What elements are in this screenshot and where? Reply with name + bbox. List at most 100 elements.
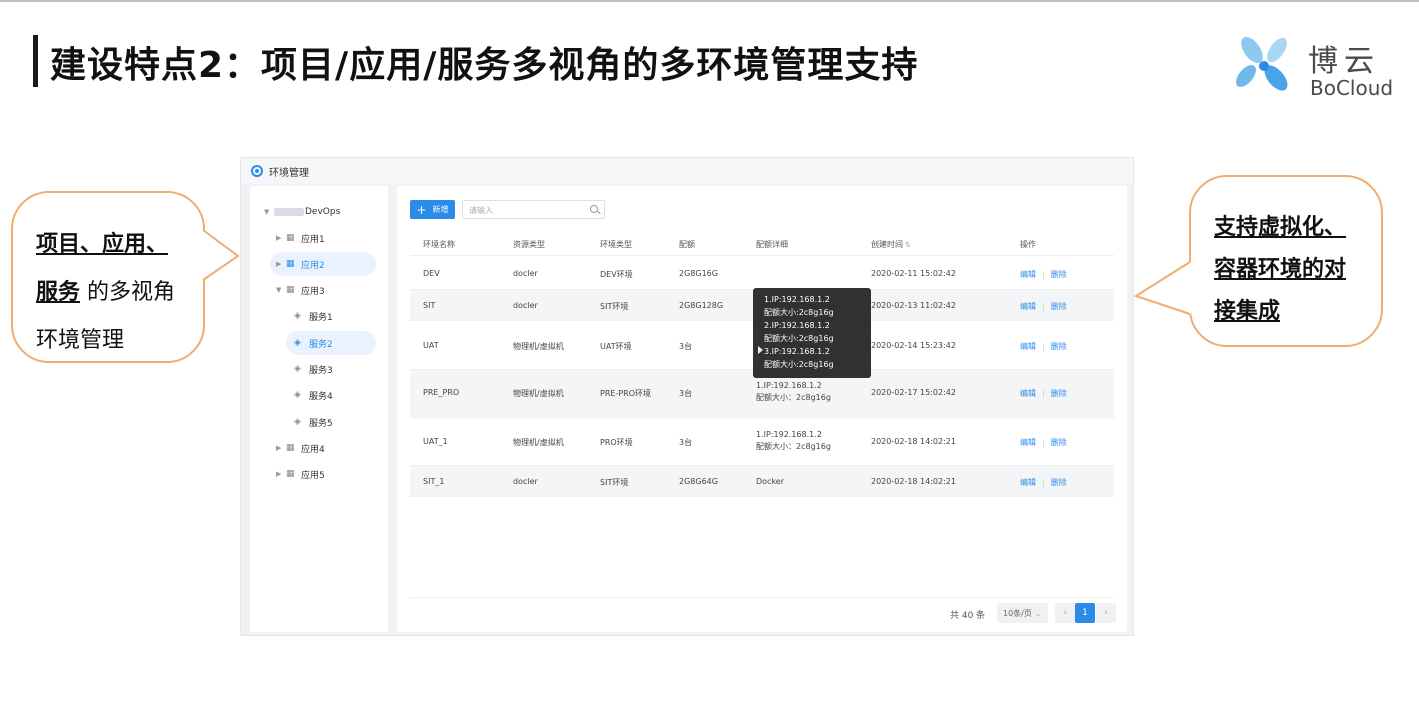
cell-resource: 物理机/虚拟机 [513,389,564,398]
edit-link[interactable]: 编辑 [1020,389,1036,398]
tooltip-line: 2.IP:192.168.1.2 [764,321,830,330]
redacted-text [274,208,304,216]
caret-right-icon[interactable]: ▶ [276,260,286,268]
caret-down-icon[interactable]: ▼ [264,208,274,216]
caret-right-icon[interactable]: ▶ [276,444,286,452]
tree-item-label: 服务1 [309,312,333,323]
tree-item-app3[interactable]: ▼ ▦ 应用3 [276,278,376,302]
col-header-created[interactable]: 创建时间 ⇅ [871,239,911,250]
edit-link[interactable]: 编辑 [1020,438,1036,447]
edit-link[interactable]: 编辑 [1020,270,1036,279]
tree-item-app1[interactable]: ▶ ▦ 应用1 [276,226,376,250]
chevron-down-icon: ⌄ [1034,609,1042,618]
row-actions: 编辑 | 删除 [1020,477,1067,488]
search-icon[interactable] [590,205,598,213]
row-actions: 编辑 | 删除 [1020,269,1067,280]
tooltip-line: 3.IP:192.168.1.2 [764,347,830,356]
caret-right-icon[interactable]: ▶ [276,470,286,478]
quota-detail-tooltip: 1.IP:192.168.1.2 配额大小:2c8g16g 2.IP:192.1… [753,288,871,378]
tree-item-label: 服务5 [309,418,333,429]
search-placeholder: 请输入 [469,206,493,215]
app-screenshot: 环境管理 ▼ DevOps ▶ ▦ 应用1 ▶ ▦ 应用2 ▼ ▦ 应用3 ◈ 服务1 ◈ 服务… [240,157,1134,636]
col-header-created-label: 创建时间 [871,240,903,249]
cell-resource: docler [513,301,538,310]
callout-left-line2-bold: 服务 [36,280,81,305]
cell-quota: 3台 [679,438,693,447]
delete-link[interactable]: 删除 [1051,270,1067,279]
callout-right-line2: 容器环境的对 [1214,257,1347,282]
callout-left-line1: 项目、应用、 [36,232,169,257]
cell-env-type: PRO环境 [600,438,633,447]
row-actions: 编辑 | 删除 [1020,341,1067,352]
callout-left: 项目、应用、 服务 的多视角 环境管理 [11,191,205,363]
tree-item-label: 应用4 [301,444,325,455]
cell-quota: 2G8G128G [679,301,724,310]
title-accent-bar [33,35,38,87]
add-button[interactable]: + 新增 [410,200,455,219]
detail-line: 1.IP:192.168.1.2 [756,381,822,390]
tree-root[interactable]: ▼ DevOps [264,200,340,224]
detail-line: 1.IP:192.168.1.2 [756,430,822,439]
cell-name: SIT [423,301,436,310]
cell-created: 2020-02-14 15:23:42 [871,341,956,350]
tree-item-service4[interactable]: ◈ 服务4 [294,383,374,407]
separator: | [1042,342,1045,351]
callout-right-line1: 支持虚拟化、 [1214,215,1347,240]
cell-env-type: UAT环境 [600,342,632,351]
tree-item-app2[interactable]: ▶ ▦ 应用2 [270,252,376,276]
callout-right-text: 支持虚拟化、 容器环境的对 接集成 [1214,207,1346,333]
cell-env-type: SIT环境 [600,478,629,487]
callout-right-tail [1134,261,1191,315]
app-grid-icon: ▦ [286,443,295,453]
layers-icon: ◈ [294,390,301,400]
edit-link[interactable]: 编辑 [1020,302,1036,311]
cell-env-type: SIT环境 [600,302,629,311]
cell-name: SIT_1 [423,477,445,486]
tree-item-label: 应用3 [301,286,325,297]
cell-resource: 物理机/虚拟机 [513,438,564,447]
col-header-actions: 操作 [1020,240,1036,249]
tree-item-service5[interactable]: ◈ 服务5 [294,410,374,434]
edit-link[interactable]: 编辑 [1020,342,1036,351]
prev-page-button[interactable]: ‹ [1055,603,1075,623]
callout-left-line2-rest: 的多视角 [80,280,176,305]
main-panel: + 新增 请输入 环境名称 资源类型 环境类型 配额 配额详细 创建时间 ⇅ 操作… [397,186,1127,632]
layers-icon: ◈ [294,364,301,374]
detail-line: 配额大小：2c8g16g [756,393,831,402]
search-input[interactable]: 请输入 [462,200,605,219]
delete-link[interactable]: 删除 [1051,478,1067,487]
cell-created: 2020-02-17 15:02:42 [871,388,956,397]
gear-icon [251,165,263,177]
col-header-quota: 配额 [679,240,695,249]
delete-link[interactable]: 删除 [1051,389,1067,398]
tree-item-label: 服务3 [309,365,333,376]
separator: | [1042,478,1045,487]
edit-link[interactable]: 编辑 [1020,478,1036,487]
caret-down-icon[interactable]: ▼ [276,286,286,294]
bocloud-logo: 博云 BoCloud [1232,32,1393,102]
add-button-label: 新增 [432,205,449,214]
tree-item-service2[interactable]: ◈ 服务2 [286,331,376,355]
sort-icon[interactable]: ⇅ [905,241,911,249]
tree-item-app4[interactable]: ▶ ▦ 应用4 [276,436,376,460]
cell-env-type: DEV环境 [600,270,633,279]
cell-name: UAT [423,341,439,350]
layers-icon: ◈ [294,338,301,348]
delete-link[interactable]: 删除 [1051,438,1067,447]
tree-item-app5[interactable]: ▶ ▦ 应用5 [276,462,376,486]
tree-item-service3[interactable]: ◈ 服务3 [294,357,374,381]
tree-item-service1[interactable]: ◈ 服务1 [294,304,374,328]
delete-link[interactable]: 删除 [1051,302,1067,311]
page-size-select[interactable]: 10条/页 ⌄ [997,603,1048,623]
separator: | [1042,389,1045,398]
delete-link[interactable]: 删除 [1051,342,1067,351]
next-page-button[interactable]: › [1096,603,1116,623]
col-header-env-type: 环境类型 [600,240,632,249]
tooltip-line: 配额大小:2c8g16g [764,334,834,343]
page-button-current[interactable]: 1 [1075,603,1095,623]
cell-quota: 3台 [679,342,693,351]
caret-right-icon[interactable]: ▶ [276,234,286,242]
pager-total: 共 40 条 [950,611,986,621]
separator: | [1042,270,1045,279]
slide: 建设特点2：项目/应用/服务多视角的多环境管理支持 博云 BoCloud 环境管… [0,0,1419,708]
